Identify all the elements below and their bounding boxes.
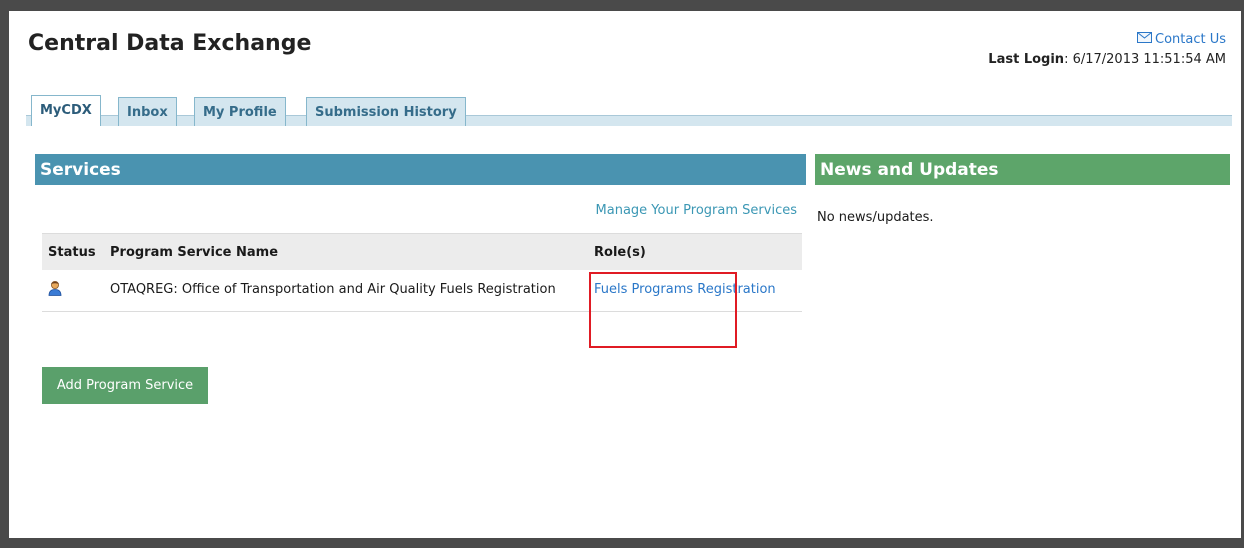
tab-my-profile[interactable]: My Profile [194, 97, 286, 126]
tab-bar: MyCDX Inbox My Profile Submission Histor… [26, 94, 1232, 126]
last-login: Last Login: 6/17/2013 11:51:54 AM [988, 52, 1226, 67]
column-header-program-service-name: Program Service Name [104, 233, 588, 270]
roles-cell: Fuels Programs Registration [588, 270, 802, 312]
add-program-service-button[interactable]: Add Program Service [42, 367, 208, 404]
table-header-row: Status Program Service Name Role(s) [42, 233, 802, 270]
program-service-name: OTAQREG: Office of Transportation and Ai… [104, 270, 588, 312]
table-row: OTAQREG: Office of Transportation and Ai… [42, 270, 802, 312]
mail-icon [1137, 32, 1152, 47]
contact-us-link[interactable]: Contact Us [1137, 32, 1226, 47]
manage-program-services-link[interactable]: Manage Your Program Services [596, 203, 797, 218]
tab-mycdx[interactable]: MyCDX [31, 95, 101, 126]
column-header-status: Status [42, 233, 104, 270]
role-link-fuels-programs-registration[interactable]: Fuels Programs Registration [594, 282, 776, 297]
services-table: Status Program Service Name Role(s) OTAQ… [42, 233, 802, 312]
page-title: Central Data Exchange [28, 31, 312, 56]
news-heading: News and Updates [815, 154, 1230, 185]
last-login-value: : 6/17/2013 11:51:54 AM [1064, 52, 1226, 67]
user-icon [48, 281, 62, 300]
tab-submission-history[interactable]: Submission History [306, 97, 466, 126]
contact-us-label: Contact Us [1155, 32, 1226, 47]
news-empty-text: No news/updates. [817, 210, 934, 225]
column-header-roles: Role(s) [588, 233, 802, 270]
services-heading: Services [35, 154, 806, 185]
tab-inbox[interactable]: Inbox [118, 97, 177, 126]
last-login-label: Last Login [988, 52, 1065, 67]
status-cell [42, 270, 104, 312]
